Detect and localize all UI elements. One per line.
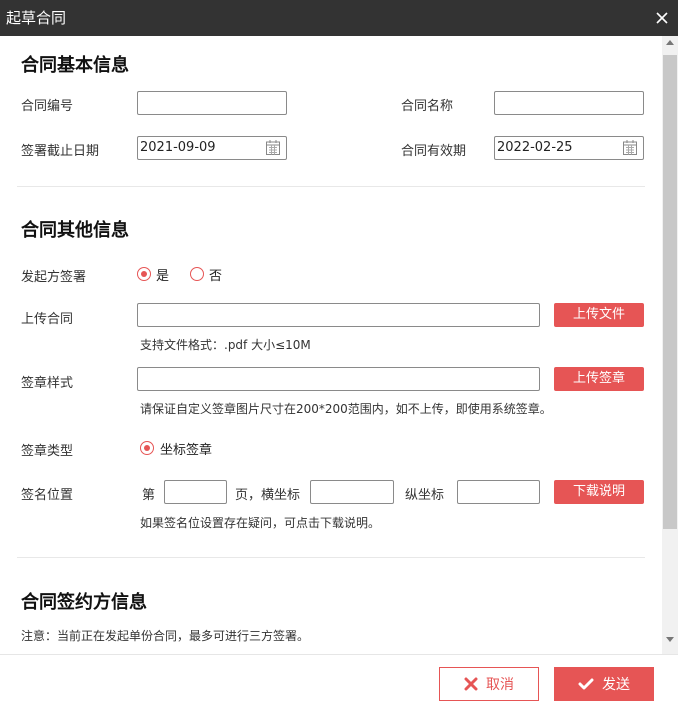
position-hint: 如果签名位设置存在疑问，可点击下载说明。 — [140, 516, 381, 530]
calendar-icon[interactable] — [623, 140, 637, 155]
contract-name-input[interactable] — [494, 91, 644, 115]
initiator-sign-yes-label[interactable]: 是 — [156, 265, 169, 284]
y-coord-label: 纵坐标 — [405, 488, 445, 503]
initiator-sign-no-label[interactable]: 否 — [209, 265, 222, 284]
parties-note: 注意：当前正在发起单份合同，最多可进行三方签署。 — [21, 629, 310, 643]
dialog-title: 起草合同 — [6, 9, 67, 27]
validity-label: 合同有效期 — [401, 144, 467, 159]
sign-position-label: 签名位置 — [21, 488, 74, 503]
section-divider — [17, 557, 645, 558]
send-label: 发送 — [602, 677, 630, 693]
upload-seal-button[interactable]: 上传签章 — [554, 367, 644, 391]
other-info-title: 合同其他信息 — [21, 220, 129, 241]
initiator-sign-no-radio[interactable] — [190, 267, 204, 281]
calendar-icon[interactable] — [266, 140, 280, 155]
deadline-label: 签署截止日期 — [21, 144, 100, 159]
section-divider — [17, 186, 645, 187]
send-button[interactable]: 发送 — [554, 667, 654, 701]
contract-no-label: 合同编号 — [21, 99, 74, 114]
dialog-content: 合同基本信息 合同编号 合同名称 签署截止日期 2021-09-09 合同有效期… — [0, 36, 662, 654]
x-coord-label: 页，横坐标 — [235, 488, 301, 503]
y-coord-input[interactable] — [457, 480, 540, 504]
scroll-up-icon[interactable] — [666, 40, 674, 45]
scroll-down-icon[interactable] — [666, 637, 674, 642]
page-number-input[interactable] — [164, 480, 227, 504]
deadline-date-value: 2021-09-09 — [140, 140, 216, 155]
initiator-sign-label: 发起方签署 — [21, 270, 87, 285]
dialog-footer: 取消 发送 — [0, 654, 678, 709]
cancel-button[interactable]: 取消 — [439, 667, 539, 701]
contract-file-input[interactable] — [137, 303, 540, 327]
upload-contract-label: 上传合同 — [21, 312, 74, 327]
download-instructions-button[interactable]: 下载说明 — [554, 480, 644, 504]
coordinate-seal-radio[interactable] — [140, 441, 154, 455]
basic-info-title: 合同基本信息 — [21, 55, 129, 76]
check-icon — [578, 678, 594, 690]
close-icon — [464, 677, 478, 691]
upload-file-button[interactable]: 上传文件 — [554, 303, 644, 327]
page-prefix-label: 第 — [142, 488, 156, 503]
seal-size-hint: 请保证自定义签章图片尺寸在200*200范围内，如不上传，即使用系统签章。 — [140, 402, 552, 416]
coordinate-seal-label[interactable]: 坐标签章 — [160, 439, 212, 458]
seal-file-input[interactable] — [137, 367, 540, 391]
scrollbar-thumb[interactable] — [663, 55, 677, 529]
x-coord-input[interactable] — [310, 480, 394, 504]
dialog-titlebar: 起草合同 — [0, 0, 678, 36]
file-format-hint: 支持文件格式：.pdf 大小≤10M — [140, 338, 311, 352]
cancel-label: 取消 — [486, 677, 514, 693]
seal-style-label: 签章样式 — [21, 376, 74, 391]
contract-no-input[interactable] — [137, 91, 287, 115]
validity-date-value: 2022-02-25 — [497, 140, 573, 155]
initiator-sign-yes-radio[interactable] — [137, 267, 151, 281]
close-icon[interactable] — [655, 11, 669, 25]
contract-name-label: 合同名称 — [401, 99, 454, 114]
seal-type-label: 签章类型 — [21, 444, 74, 459]
parties-info-title: 合同签约方信息 — [21, 592, 147, 613]
deadline-date-input[interactable]: 2021-09-09 — [137, 136, 287, 160]
validity-date-input[interactable]: 2022-02-25 — [494, 136, 644, 160]
